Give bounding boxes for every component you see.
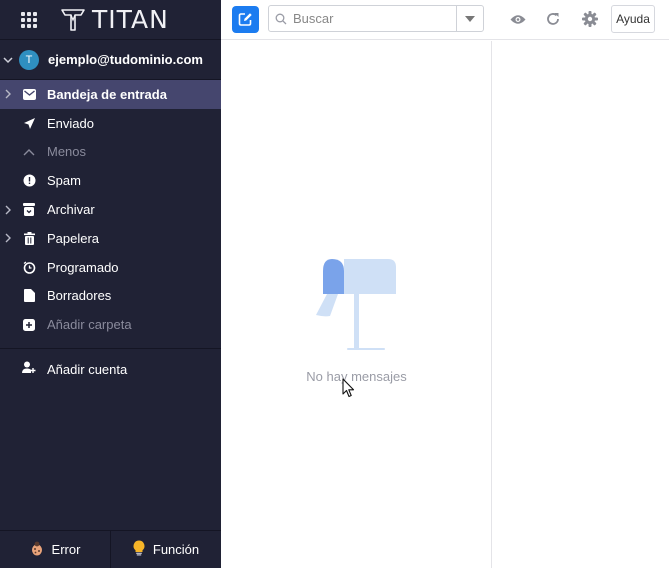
folder-label: Menos [47, 144, 87, 160]
message-list: No hay mensajes [221, 41, 492, 568]
account-email: ejemplo@tudominio.com [48, 52, 203, 67]
folder-trash[interactable]: Papelera [0, 224, 221, 253]
search-options-button[interactable] [456, 6, 483, 31]
feature-request-button[interactable]: Función [110, 531, 221, 568]
account-row[interactable]: T ejemplo@tudominio.com [0, 40, 221, 80]
avatar: T [19, 49, 39, 70]
folder-scheduled[interactable]: Programado [0, 253, 221, 282]
chevron-right-icon[interactable] [4, 224, 12, 253]
refresh-icon[interactable] [543, 9, 563, 29]
gear-icon[interactable] [580, 9, 600, 29]
report-error-button[interactable]: Error [0, 531, 110, 568]
brand-name: TITAN [92, 5, 169, 34]
folder-label: Archivar [47, 202, 95, 218]
reading-pane [492, 41, 669, 568]
search-input[interactable] [293, 11, 453, 26]
clock-icon [22, 260, 36, 274]
caret-down-icon [465, 15, 475, 22]
alert-icon [22, 174, 36, 188]
add-user-icon [22, 361, 36, 377]
chevron-right-icon[interactable] [4, 80, 12, 109]
top-toolbar: Ayuda [221, 0, 669, 40]
chevron-down-icon[interactable] [2, 54, 14, 66]
bug-icon [30, 541, 44, 559]
titan-logo-icon [61, 8, 85, 31]
add-folder-button[interactable]: Añadir carpeta [0, 310, 221, 339]
folder-label: Programado [47, 259, 119, 275]
lightbulb-icon [133, 540, 145, 559]
mouse-cursor-icon [342, 378, 355, 398]
compose-button[interactable] [232, 6, 259, 33]
folder-inbox[interactable]: Bandeja de entrada [0, 80, 221, 109]
folder-label: Enviado [47, 115, 94, 131]
envelope-icon [22, 87, 36, 101]
empty-mailbox-illustration [316, 259, 398, 354]
folder-less-toggle[interactable]: Menos [0, 138, 221, 167]
trash-icon [22, 231, 36, 245]
titan-logo: TITAN [60, 5, 169, 34]
help-button[interactable]: Ayuda [611, 5, 655, 33]
apps-grid-icon[interactable] [19, 10, 39, 30]
compose-icon [238, 13, 252, 26]
folder-list: Bandeja de entrada Enviado Menos Spam Ar… [0, 80, 221, 339]
chevron-right-icon[interactable] [4, 195, 12, 224]
folder-spam[interactable]: Spam [0, 166, 221, 195]
sidebar: TITAN T ejemplo@tudominio.com Bandeja de… [0, 0, 221, 568]
folder-label: Bandeja de entrada [47, 86, 167, 102]
folder-label: Papelera [47, 230, 100, 246]
folder-label: Añadir carpeta [47, 317, 132, 333]
eye-icon[interactable] [508, 9, 528, 29]
search-box [268, 5, 484, 32]
folder-label: Borradores [47, 288, 112, 304]
error-label: Error [51, 542, 81, 557]
add-account-label: Añadir cuenta [47, 361, 128, 377]
folder-label: Spam [47, 173, 81, 189]
feature-label: Función [152, 542, 200, 557]
search-icon [269, 13, 293, 25]
send-icon [22, 116, 36, 130]
brand-bar: TITAN [0, 0, 221, 40]
plus-square-icon [22, 318, 36, 332]
folder-sent[interactable]: Enviado [0, 109, 221, 138]
draft-icon [22, 289, 36, 303]
add-account-button[interactable]: Añadir cuenta [0, 349, 221, 389]
archive-icon [22, 203, 36, 217]
empty-list-message: No hay mensajes [306, 369, 407, 384]
chevron-up-icon [22, 145, 36, 159]
folder-drafts[interactable]: Borradores [0, 282, 221, 311]
sidebar-footer: Error Función [0, 530, 221, 568]
folder-archive[interactable]: Archivar [0, 195, 221, 224]
